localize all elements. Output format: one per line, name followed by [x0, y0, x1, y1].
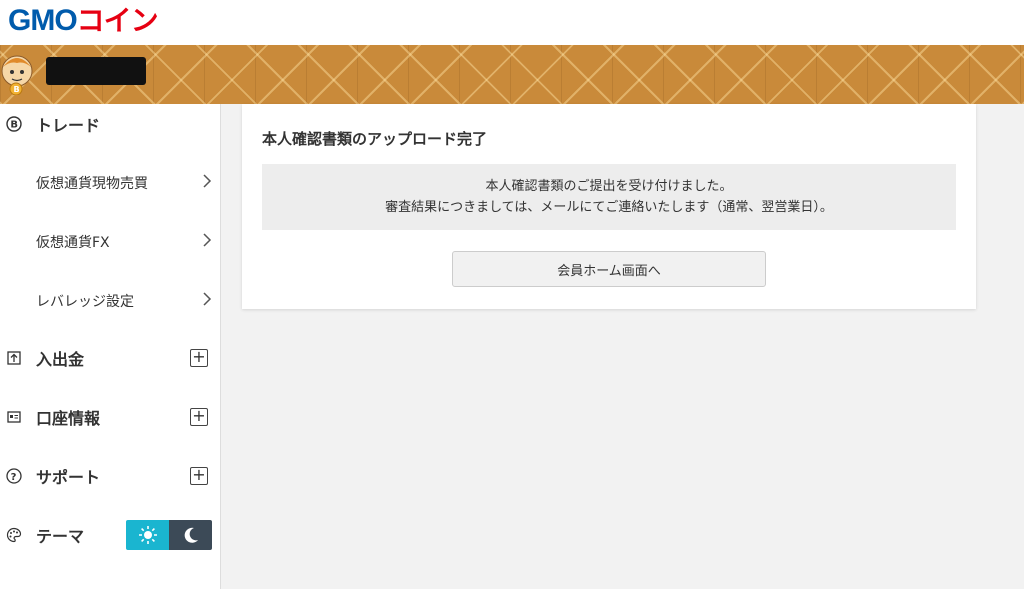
member-home-button[interactable]: 会員ホーム画面へ: [452, 251, 766, 287]
sidebar-section-account-info[interactable]: 口座情報 +: [0, 397, 220, 437]
page-title: 本人確認書類のアップロード完了: [262, 130, 488, 148]
light-sun-icon[interactable]: [126, 520, 169, 550]
account-card-icon: [6, 409, 22, 425]
theme-toggle[interactable]: [126, 520, 212, 550]
header-banner: [0, 45, 1024, 104]
sidebar-item-crypto-fx[interactable]: 仮想通貨FX: [0, 221, 220, 261]
sidebar-item-leverage-settings[interactable]: レバレッジ設定: [0, 280, 220, 320]
gmo-coin-logo[interactable]: GMOコイン: [8, 4, 159, 38]
sidebar-section-label: テーマ: [36, 527, 85, 546]
upload-complete-card: 本人確認書類のアップロード完了 本人確認書類のご提出を受け付けました。 審査結果…: [242, 104, 976, 309]
sidebar: B トレード 仮想通貨現物売買 仮想通貨FX レバレッジ設定 入出金 + 口座情…: [0, 104, 221, 589]
sidebar-section-trade[interactable]: B トレード: [0, 104, 220, 144]
sidebar-item-label: 仮想通貨FX: [36, 235, 110, 251]
svg-text:?: ?: [11, 472, 17, 483]
sidebar-section-label: 入出金: [36, 350, 85, 369]
notice-line-1: 本人確認書類のご提出を受け付けました。: [485, 179, 733, 194]
sidebar-item-spot-trading[interactable]: 仮想通貨現物売買: [0, 162, 220, 202]
sidebar-section-label: サポート: [36, 468, 101, 487]
notice-box: 本人確認書類のご提出を受け付けました。 審査結果につきましては、メールにてご連絡…: [262, 164, 956, 230]
chevron-right-icon: [200, 231, 214, 249]
chevron-right-icon: [200, 172, 214, 190]
sidebar-section-label: トレード: [36, 116, 101, 135]
sidebar-item-label: 仮想通貨現物売買: [36, 176, 148, 192]
sidebar-section-deposit-withdraw[interactable]: 入出金 +: [0, 338, 220, 378]
logo-kana: コイン: [76, 4, 159, 37]
svg-text:B: B: [14, 85, 20, 94]
palette-icon: [6, 527, 22, 543]
bitcoin-icon: B: [6, 116, 22, 132]
sidebar-section-label: 口座情報: [36, 409, 101, 428]
logo-latin: GMO: [8, 4, 78, 37]
svg-text:B: B: [10, 120, 18, 131]
chevron-right-icon: [200, 290, 214, 308]
dark-moon-icon[interactable]: [169, 520, 212, 550]
expand-plus-icon[interactable]: +: [190, 467, 208, 485]
sidebar-section-support[interactable]: ? サポート +: [0, 456, 220, 496]
expand-plus-icon[interactable]: +: [190, 408, 208, 426]
expand-plus-icon[interactable]: +: [190, 349, 208, 367]
sidebar-item-label: レバレッジ設定: [36, 294, 134, 310]
user-avatar-icon[interactable]: B: [0, 51, 38, 96]
notice-line-2: 審査結果につきましては、メールにてご連絡いたします（通常、翌営業日）。: [385, 200, 833, 215]
deposit-withdraw-icon: [6, 350, 22, 366]
question-icon: ?: [6, 468, 22, 484]
redacted-username: [46, 57, 146, 85]
top-bar: GMOコイン: [0, 0, 1024, 45]
